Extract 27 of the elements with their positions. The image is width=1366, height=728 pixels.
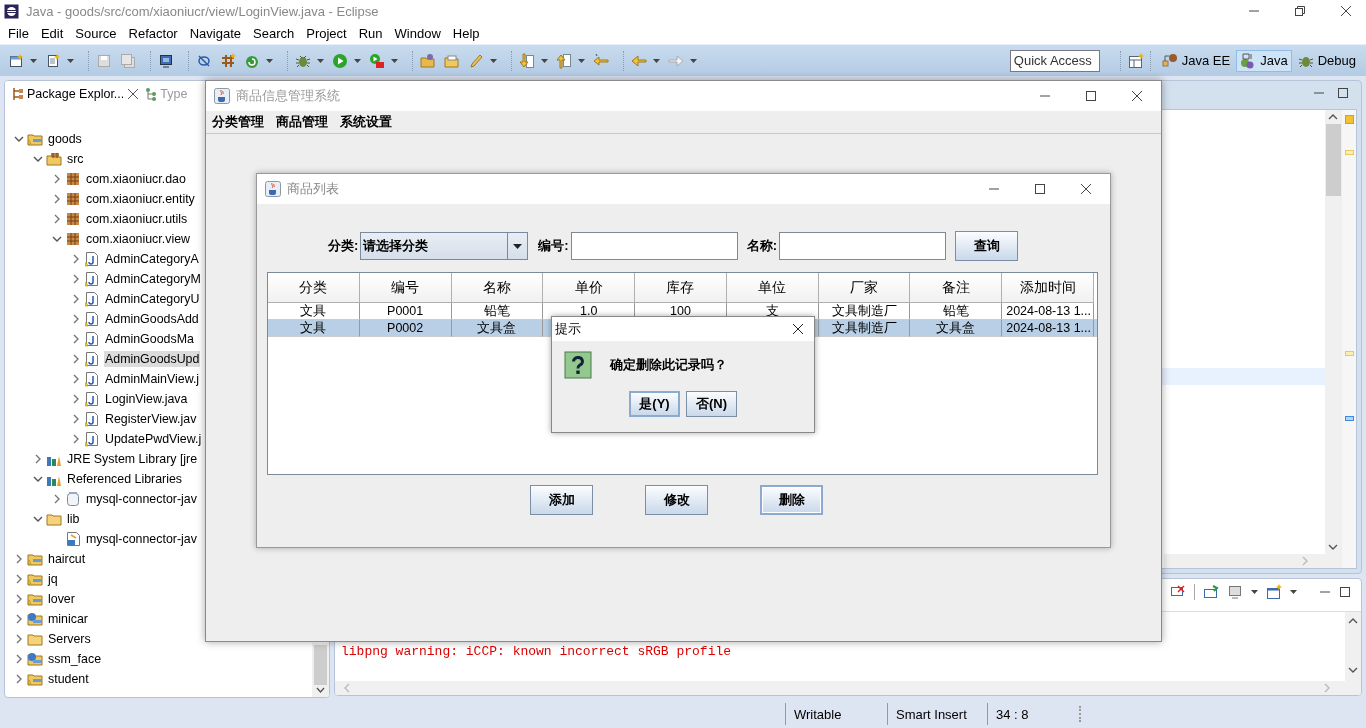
- field-label: 编号:: [538, 237, 569, 255]
- field-label: 分类:: [328, 237, 359, 255]
- status-text: 34 : 8: [996, 706, 1029, 722]
- table-cell: 2024-08-13 1...: [1006, 321, 1091, 335]
- dialog-message: 确定删除此记录吗？: [610, 356, 727, 374]
- table-cell: 2024-08-13 1...: [1006, 304, 1091, 318]
- dialog-title: 提示: [555, 320, 582, 338]
- table-cell: 文具: [300, 303, 327, 319]
- table-cell: 文具制造厂: [831, 320, 897, 336]
- table-cell: 1.0: [580, 304, 598, 318]
- table-cell: 100: [670, 304, 691, 318]
- window-title: 商品信息管理系统: [236, 87, 341, 105]
- field-label: 名称:: [746, 237, 778, 255]
- window-title: 商品列表: [287, 180, 340, 198]
- table-cell: 文具制造厂: [831, 303, 897, 319]
- table-cell: P0001: [387, 304, 424, 318]
- console-line: libpng warning: iCCP: known incorrect sRGB profile: [340, 644, 733, 659]
- status-text: Smart Insert: [896, 706, 967, 722]
- table-cell: 文具盒: [936, 320, 976, 336]
- table-cell: 支: [765, 303, 779, 319]
- table-cell: 铅笔: [942, 303, 969, 319]
- table-cell: 文具: [300, 320, 327, 336]
- window-title: Java - goods/src/com/xiaoniucr/view/LoginView.java - Eclipse: [26, 3, 380, 19]
- status-text: Writable: [794, 706, 842, 722]
- table-cell: 铅笔: [483, 303, 510, 319]
- table-cell: 文具盒: [477, 320, 517, 336]
- table-cell: P0002: [387, 321, 424, 335]
